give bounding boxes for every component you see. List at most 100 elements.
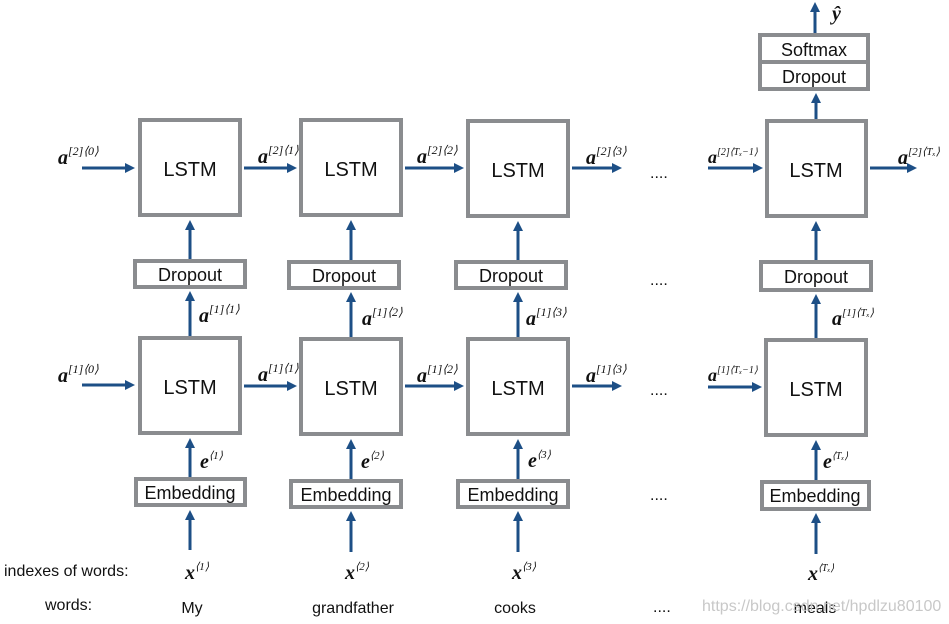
label-x-3: x⟨3⟩ (511, 561, 537, 584)
arrow-embedding-to-lstm1-2 (346, 439, 356, 479)
arrow-head (125, 163, 135, 173)
arrow-head (811, 93, 821, 103)
row-label-indexes: indexes of words: (4, 563, 129, 580)
arrow-dropout-to-lstm2-3 (513, 221, 523, 260)
arrow-dropout-to-lstm2-2 (346, 220, 356, 260)
arrow-head (752, 382, 762, 392)
ellipsis-embedding: .... (650, 487, 668, 504)
arrow-head (612, 163, 622, 173)
arrow-a2-0 (82, 163, 135, 173)
arrow-dropout-to-lstm2-T (811, 221, 821, 260)
arrow-lstm1-to-dropout-3 (513, 292, 523, 337)
embedding-label: Embedding (467, 485, 558, 505)
label-a1-2: a[1]⟨2⟩ (417, 362, 458, 387)
arrow-head (185, 220, 195, 230)
arrow-x-to-embedding-3 (513, 511, 523, 552)
arrow-head (811, 513, 821, 523)
arrow-head (346, 439, 356, 449)
arrow-head (185, 510, 195, 520)
dropout-label: Dropout (784, 267, 848, 287)
arrow-head (346, 292, 356, 302)
label-y-hat: ŷ (830, 3, 841, 25)
arrow-head (811, 221, 821, 231)
ellipsis-dropout: .... (650, 272, 668, 289)
arrow-head (287, 163, 297, 173)
label-a2-Tx: a[2]⟨Tₓ⟩ (898, 146, 941, 169)
arrow-head (810, 2, 820, 12)
arrow-a2-1 (244, 163, 297, 173)
embedding-label: Embedding (769, 486, 860, 506)
embedding-label: Embedding (144, 483, 235, 503)
lstm-label: LSTM (324, 159, 377, 181)
label-x-T: x⟨Tₓ⟩ (807, 563, 834, 585)
label-e-1: e⟨1⟩ (200, 450, 224, 473)
arrow-embedding-to-lstm1-3 (513, 439, 523, 479)
ellipsis-layer2: .... (650, 165, 668, 182)
arrow-a2-Tx (870, 163, 917, 173)
arrow-head (811, 294, 821, 304)
label-a1-up-1: a[1]⟨1⟩ (199, 302, 240, 327)
dropout-label: Dropout (312, 266, 376, 286)
arrow-x-to-embedding-1 (185, 510, 195, 550)
arrow-head (125, 380, 135, 390)
label-a2-3: a[2]⟨3⟩ (586, 144, 627, 169)
ellipsis-layer1: .... (650, 382, 668, 399)
embedding-label: Embedding (300, 485, 391, 505)
word-1: My (181, 600, 202, 617)
lstm-label: LSTM (491, 378, 544, 400)
arrow-a2-2 (405, 163, 464, 173)
arrow-lstm1-to-dropout-1 (185, 291, 195, 336)
ellipsis-words: .... (653, 599, 671, 616)
label-x-2: x⟨2⟩ (344, 561, 370, 584)
arrow-head (513, 292, 523, 302)
label-a1-Tx-1: a[1]⟨Tₓ−1⟩ (708, 365, 758, 385)
lstm-label: LSTM (789, 379, 842, 401)
arrow-head (753, 163, 763, 173)
word-3: cooks (494, 600, 536, 617)
label-a1-1: a[1]⟨1⟩ (258, 361, 299, 386)
label-x-1: x⟨1⟩ (184, 561, 210, 584)
label-a2-Tx-1: a[2]⟨Tₓ−1⟩ (708, 147, 758, 167)
arrow-lstm1-to-dropout-T (811, 294, 821, 338)
arrow-head (454, 381, 464, 391)
arrow-head (346, 511, 356, 521)
label-a1-3: a[1]⟨3⟩ (586, 362, 627, 387)
arrow-head (185, 438, 195, 448)
lstm-label: LSTM (163, 377, 216, 399)
label-a1-0: a[1]⟨0⟩ (58, 362, 99, 387)
label-e-3: e⟨3⟩ (528, 449, 552, 472)
arrow-head (454, 163, 464, 173)
arrow-a2-3 (572, 163, 622, 173)
arrow-head (513, 511, 523, 521)
label-a1-up-T: a[1]⟨Tₓ⟩ (832, 307, 875, 330)
arrow-lstm2-to-softmax (811, 93, 821, 119)
arrow-a1-1 (244, 381, 297, 391)
arrow-embedding-to-lstm1-T (811, 440, 821, 480)
label-a1-up-3: a[1]⟨3⟩ (526, 305, 567, 330)
arrow-lstm1-to-dropout-2 (346, 292, 356, 337)
softmax-label: Softmax (781, 40, 847, 60)
arrow-head (811, 440, 821, 450)
label-a2-1: a[2]⟨1⟩ (258, 143, 299, 168)
label-e-T: e⟨Tₓ⟩ (823, 451, 848, 473)
arrow-head (287, 381, 297, 391)
label-a2-0: a[2]⟨0⟩ (58, 144, 99, 169)
arrow-x-to-embedding-T (811, 513, 821, 554)
word-2: grandfather (312, 600, 395, 617)
dropout-label: Dropout (479, 266, 543, 286)
label-a2-2: a[2]⟨2⟩ (417, 143, 458, 168)
dropout-label: Dropout (158, 265, 222, 285)
label-e-2: e⟨2⟩ (361, 450, 385, 473)
arrow-head (513, 221, 523, 231)
arrow-embedding-to-lstm1-1 (185, 438, 195, 477)
arrow-a1-0 (82, 380, 135, 390)
arrow-a1-2 (405, 381, 464, 391)
label-a1-up-2: a[1]⟨2⟩ (362, 305, 403, 330)
arrow-head (612, 381, 622, 391)
dropout-label: Dropout (782, 67, 846, 87)
arrow-x-to-embedding-2 (346, 511, 356, 552)
arrow-head (185, 291, 195, 301)
lstm-label: LSTM (163, 159, 216, 181)
lstm-label: LSTM (789, 160, 842, 182)
arrow-dropout-to-lstm2-1 (185, 220, 195, 259)
